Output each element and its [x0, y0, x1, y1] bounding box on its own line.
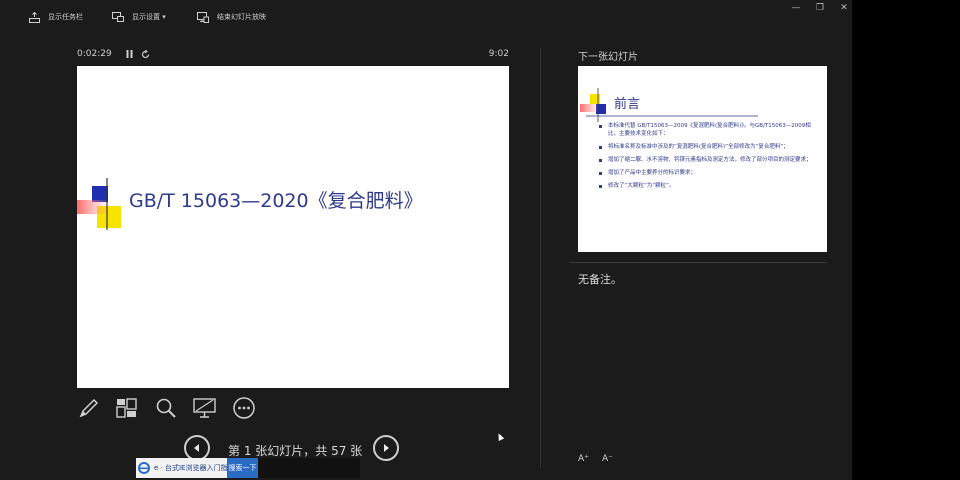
elapsed-timer: 0:02:29 [77, 49, 112, 59]
reset-icon [141, 49, 149, 58]
pen-icon [79, 398, 99, 418]
end-slideshow-label: 结束幻灯片放映 [217, 13, 266, 21]
display-settings-label: 显示设置 ▾ [132, 13, 166, 21]
slide-counter: 第 1 张幻灯片，共 57 张 [228, 444, 363, 458]
pause-icon [126, 50, 132, 58]
mouse-cursor-icon [495, 432, 505, 441]
end-show-icon [197, 11, 209, 23]
previous-arrow-icon [194, 444, 199, 452]
monitor-icon [112, 11, 124, 23]
magnifier-icon [156, 398, 176, 418]
show-taskbar-button[interactable]: 显示任务栏 [28, 9, 83, 25]
display-settings-button[interactable]: 显示设置 ▾ [112, 9, 166, 25]
show-taskbar-label: 显示任务栏 [48, 13, 83, 21]
current-time: 9:02 [488, 49, 509, 59]
next-slide-bullets: 本标准代替 GB/T15063—2009《复混肥料(复合肥料)》。与GB/T15… [596, 122, 818, 195]
list-item: 将标准名称及标准中涉及的“复混肥料(复合肥料)”全部修改为“复合肥料”； [596, 143, 818, 151]
pause-timer-button[interactable] [123, 48, 135, 60]
restore-button[interactable]: ❐ [808, 0, 832, 16]
slide-decoration [77, 178, 417, 230]
next-slide-preview[interactable]: 前言 本标准代替 GB/T15063—2009《复混肥料(复合肥料)》。与GB/… [578, 66, 827, 252]
end-slideshow-button[interactable]: 结束幻灯片放映 [197, 9, 266, 25]
minimize-icon: — [791, 3, 801, 13]
screen-icon [193, 398, 216, 418]
notes-divider[interactable] [570, 262, 827, 263]
top-toolbar: 显示任务栏 显示设置 ▾ 结束幻灯片放映 — ❐ ✕ [0, 0, 852, 32]
increase-font-button[interactable]: A⁺ [578, 454, 589, 464]
black-screen-button[interactable] [193, 396, 217, 420]
list-item: 增加了缩二脲、水不溶物、钙镁元素指标及测定方法，修改了部分项目的测定要求； [596, 156, 818, 164]
close-icon: ✕ [840, 3, 848, 13]
presenter-view: 显示任务栏 显示设置 ▾ 结束幻灯片放映 — ❐ ✕ 0:02:29 9:02 [0, 0, 852, 480]
list-item: 修改了“大颗粒”为“颗粒”。 [596, 182, 818, 190]
list-item: 增加了产品中主要养分的标识要求； [596, 169, 818, 177]
slide-title: GB/T 15063—2020《复合肥料》 [129, 190, 423, 212]
more-icon [233, 397, 255, 419]
next-arrow-icon [384, 444, 389, 452]
decrease-font-button[interactable]: A⁻ [602, 454, 613, 464]
ad-text: e · 台式IE浏览器入门指南 [154, 464, 235, 472]
more-options-button[interactable] [232, 396, 256, 420]
taskbar-icon [28, 11, 40, 23]
minimize-button[interactable]: — [784, 0, 808, 16]
grid-icon [116, 398, 137, 418]
list-item: 本标准代替 GB/T15063—2009《复混肥料(复合肥料)》。与GB/T15… [596, 122, 818, 138]
close-button[interactable]: ✕ [832, 0, 856, 16]
ie-logo-icon [138, 462, 150, 474]
ad-search-box[interactable]: e · 台式IE浏览器入门指南 [136, 458, 234, 478]
current-slide[interactable]: GB/T 15063—2020《复合肥料》 [77, 66, 509, 388]
timer-bar: 0:02:29 9:02 [77, 48, 509, 62]
pane-divider[interactable] [540, 48, 541, 468]
next-slide-button[interactable] [373, 435, 399, 461]
restore-icon: ❐ [815, 3, 825, 13]
next-slide-label: 下一张幻灯片 [578, 52, 638, 63]
ad-search-button[interactable]: 搜索一下 [227, 458, 258, 478]
speaker-notes[interactable]: 无备注。 [578, 271, 622, 287]
see-all-slides-button[interactable] [115, 396, 139, 420]
pen-tool-button[interactable] [77, 396, 101, 420]
reset-timer-button[interactable] [139, 48, 151, 60]
zoom-button[interactable] [154, 396, 178, 420]
next-slide-title: 前言 [614, 97, 641, 112]
